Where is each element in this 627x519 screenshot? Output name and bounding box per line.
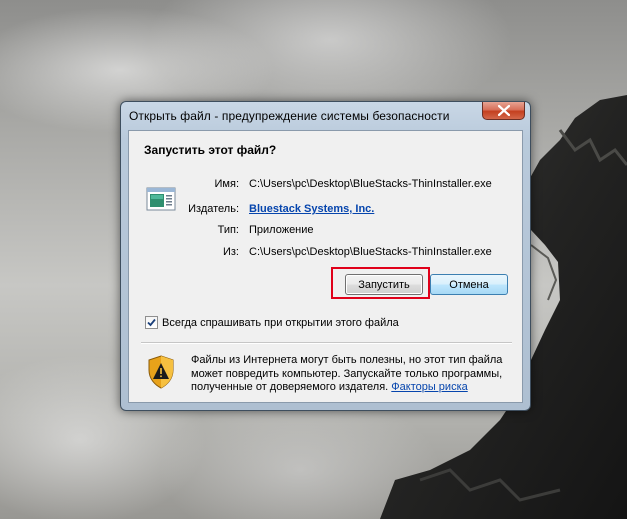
dialog-heading: Запустить этот файл? <box>144 143 277 157</box>
risk-factors-link[interactable]: Факторы риска <box>391 381 467 393</box>
security-warning-dialog: Открыть файл - предупреждение системы бе… <box>120 101 531 411</box>
run-button-highlight <box>331 267 430 299</box>
application-file-icon <box>146 187 176 211</box>
from-value: C:\Users\pc\Desktop\BlueStacks-ThinInsta… <box>249 246 492 258</box>
close-icon <box>497 105 510 116</box>
always-ask-checkbox-row[interactable]: Всегда спрашивать при открытии этого фай… <box>145 316 399 329</box>
name-label: Имя: <box>214 178 239 190</box>
publisher-link[interactable]: Bluestack Systems, Inc. <box>249 203 374 215</box>
type-label: Тип: <box>217 224 239 236</box>
warning-message: Файлы из Интернета могут быть полезны, н… <box>191 354 516 395</box>
title-bar[interactable]: Открыть файл - предупреждение системы бе… <box>121 102 530 130</box>
publisher-label: Издатель: <box>188 203 239 215</box>
always-ask-label: Всегда спрашивать при открытии этого фай… <box>162 316 399 329</box>
from-label: Из: <box>222 246 239 258</box>
divider <box>141 342 512 344</box>
name-value: C:\Users\pc\Desktop\BlueStacks-ThinInsta… <box>249 178 492 190</box>
security-shield-icon <box>148 355 174 389</box>
dialog-content: Запустить этот файл? Имя: C:\Users\pc\De… <box>128 130 523 403</box>
cancel-button[interactable]: Отмена <box>430 274 508 295</box>
type-value: Приложение <box>249 224 314 236</box>
always-ask-checkbox[interactable] <box>145 316 158 329</box>
window-title: Открыть файл - предупреждение системы бе… <box>129 109 450 123</box>
checkmark-icon <box>147 318 156 327</box>
close-button[interactable] <box>482 102 525 120</box>
desktop-background: Открыть файл - предупреждение системы бе… <box>0 0 627 519</box>
